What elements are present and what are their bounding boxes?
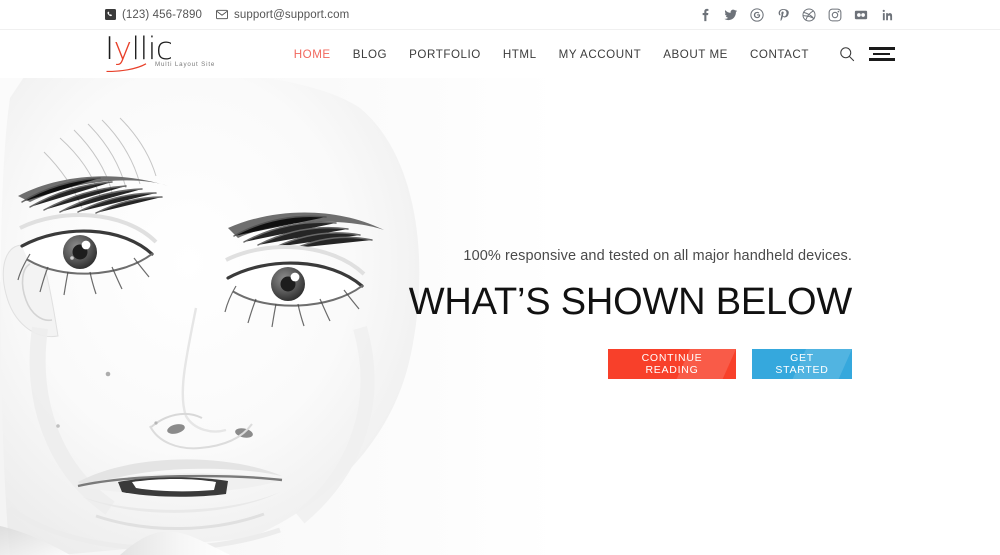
instagram-icon[interactable] — [827, 7, 843, 23]
facebook-icon[interactable] — [697, 7, 713, 23]
header-tools — [839, 46, 895, 62]
nav-item-portfolio[interactable]: PORTFOLIO — [409, 48, 481, 61]
search-icon[interactable] — [839, 46, 855, 62]
main-navigation: HOME BLOG PORTFOLIO HTML MY ACCOUNT ABOU… — [294, 46, 895, 62]
burger-bar-bottom — [869, 58, 895, 61]
continue-reading-button[interactable]: CONTINUE READING — [608, 349, 736, 379]
linkedin-icon[interactable] — [879, 7, 895, 23]
social-links — [697, 7, 895, 23]
burger-bar-middle — [873, 53, 890, 55]
top-bar-contacts: (123) 456-7890 support@support.com — [105, 9, 349, 21]
email-address: support@support.com — [234, 8, 350, 21]
nav-item-home[interactable]: HOME — [294, 48, 331, 61]
logo-tagline: Multi Layout Site — [155, 61, 216, 68]
nav-item-my-account[interactable]: MY ACCOUNT — [559, 48, 642, 61]
nav-item-contact[interactable]: CONTACT — [750, 48, 809, 61]
hero-title: WHAT’S SHOWN BELOW — [408, 281, 852, 323]
nav-item-html[interactable]: HTML — [503, 48, 537, 61]
burger-bar-top — [869, 47, 895, 50]
email-contact[interactable]: support@support.com — [216, 9, 349, 21]
continue-reading-label: CONTINUE READING — [641, 352, 703, 376]
envelope-icon — [216, 9, 229, 20]
hero-section: 100% responsive and tested on all major … — [0, 78, 1000, 555]
twitter-icon[interactable] — [723, 7, 739, 23]
hero-content: 100% responsive and tested on all major … — [382, 248, 852, 379]
top-bar: (123) 456-7890 support@support.com — [0, 0, 1000, 30]
google-plus-icon[interactable] — [749, 7, 765, 23]
phone-number: (123) 456-7890 — [122, 8, 203, 21]
hero-cta-group: CONTINUE READING GET STARTED — [382, 349, 852, 379]
get-started-label: GET STARTED — [775, 352, 829, 376]
logo-swoosh-icon — [106, 63, 162, 72]
phone-icon — [105, 9, 116, 20]
logo-accent-letter: y — [113, 31, 132, 67]
nav-item-about-me[interactable]: ABOUT ME — [663, 48, 728, 61]
dribbble-icon[interactable] — [801, 7, 817, 23]
get-started-button[interactable]: GET STARTED — [752, 349, 852, 379]
site-header: Iyllic Multi Layout Site HOME BLOG PORTF… — [0, 30, 1000, 78]
hamburger-menu-icon[interactable] — [869, 46, 895, 62]
flickr-icon[interactable] — [853, 7, 869, 23]
site-logo[interactable]: Iyllic Multi Layout Site — [105, 32, 217, 76]
hero-subtitle: 100% responsive and tested on all major … — [463, 248, 852, 264]
pinterest-icon[interactable] — [775, 7, 791, 23]
phone-contact[interactable]: (123) 456-7890 — [105, 9, 202, 21]
nav-item-blog[interactable]: BLOG — [353, 48, 387, 61]
